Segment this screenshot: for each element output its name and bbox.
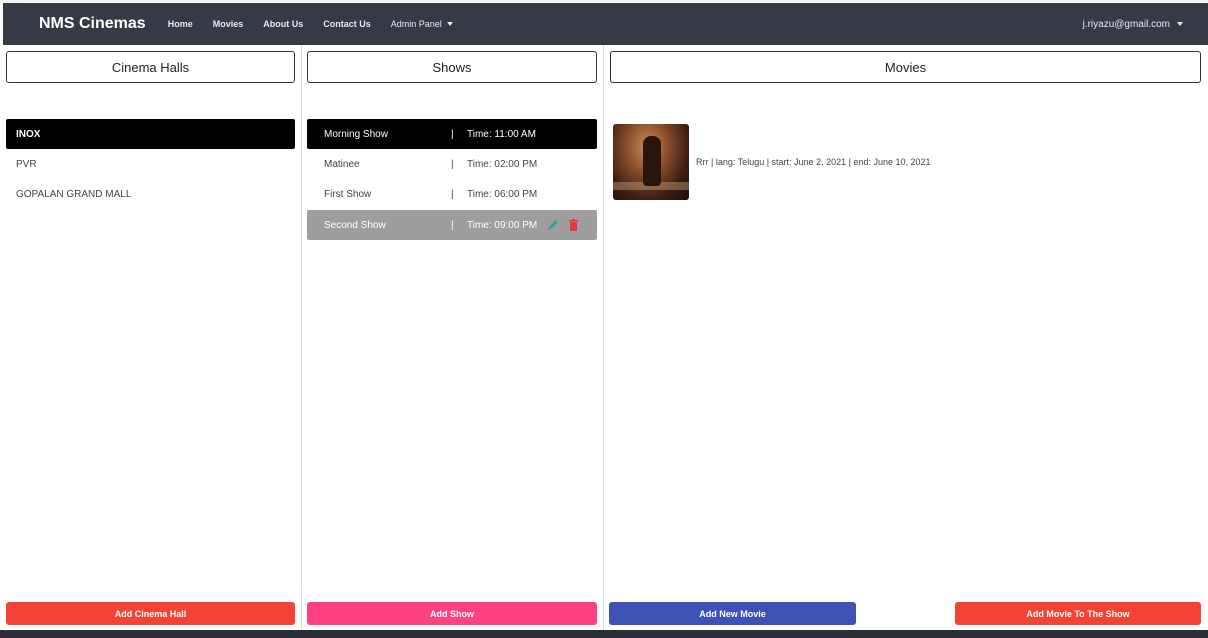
show-separator: | [451,158,454,170]
app-frame: NMS Cinemas Home Movies About Us Contact… [0,0,1208,638]
user-menu[interactable]: j.riyazu@gmail.com [1083,3,1183,45]
show-time: Time: 09:00 PM [467,219,538,231]
hall-item-label: INOX [16,128,41,140]
movies-panel: Movies Rrr | lang: Telugu | start: June … [604,45,1208,630]
add-show-button[interactable]: Add Show [307,602,597,625]
show-separator: | [451,128,454,140]
cinema-halls-header: Cinema Halls [6,51,295,83]
user-email: j.riyazu@gmail.com [1082,18,1170,30]
nav-link-about[interactable]: About Us [263,19,303,29]
nav-link-home[interactable]: Home [168,19,193,29]
show-time: Time: 06:00 PM [467,188,538,200]
admin-panel-dropdown[interactable]: Admin Panel [391,19,453,29]
show-name: First Show [324,188,372,200]
nav-link-contact[interactable]: Contact Us [323,19,371,29]
show-time: Time: 02:00 PM [467,158,538,170]
nav-links: Home Movies About Us Contact Us Admin Pa… [168,19,453,29]
movie-details: Rrr | lang: Telugu | start: June 2, 2021… [696,157,931,167]
show-item-morning[interactable]: Morning Show | Time: 11:00 AM [307,119,597,149]
poster-figure [643,136,661,186]
show-item-second[interactable]: Second Show | Time: 09:00 PM [307,210,597,240]
admin-panel-label: Admin Panel [390,19,442,29]
show-name: Matinee [324,158,360,170]
add-cinema-hall-button[interactable]: Add Cinema Hall [6,602,295,625]
hall-item-label: PVR [16,158,37,170]
hall-item-gopalan[interactable]: GOPALAN GRAND MALL [6,179,295,209]
show-name: Morning Show [324,128,388,140]
show-separator: | [451,188,454,200]
nav-link-movies[interactable]: Movies [213,19,244,29]
movie-item[interactable]: Rrr | lang: Telugu | start: June 2, 2021… [613,124,1193,200]
caret-down-icon [1177,22,1183,26]
add-movie-to-show-button[interactable]: Add Movie To The Show [955,602,1201,625]
show-separator: | [451,219,454,231]
brand-logo[interactable]: NMS Cinemas [39,15,146,33]
hall-item-inox[interactable]: INOX [6,119,295,149]
navbar: NMS Cinemas Home Movies About Us Contact… [3,3,1208,45]
edit-icon[interactable] [547,219,559,231]
show-item-first[interactable]: First Show | Time: 06:00 PM [307,179,597,209]
hall-item-label: GOPALAN GRAND MALL [16,188,132,200]
delete-icon[interactable] [569,219,578,231]
caret-down-icon [446,22,453,26]
cinema-halls-panel: Cinema Halls INOX PVR GOPALAN GRAND MALL… [0,45,301,630]
movie-poster-image [613,124,689,200]
show-time: Time: 11:00 AM [467,128,536,140]
add-new-movie-button[interactable]: Add New Movie [609,602,856,625]
show-item-matinee[interactable]: Matinee | Time: 02:00 PM [307,149,597,179]
footer-bar [0,630,1208,638]
show-name: Second Show [324,219,386,231]
shows-header: Shows [307,51,597,83]
shows-panel: Shows Morning Show | Time: 11:00 AM Mati… [302,45,603,630]
movies-header: Movies [610,51,1201,83]
hall-item-pvr[interactable]: PVR [6,149,295,179]
